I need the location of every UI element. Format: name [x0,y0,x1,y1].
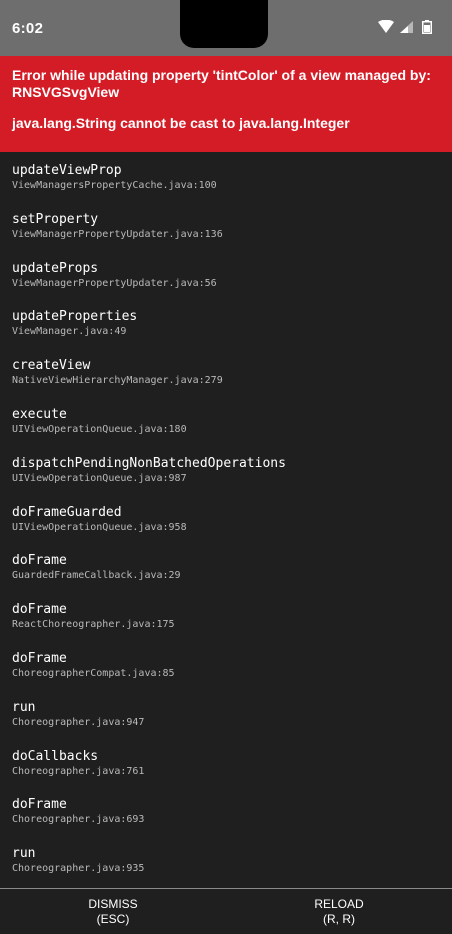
frame-method: doFrame [12,797,67,813]
stack-frame[interactable]: doFrameGuarded UIViewOperationQueue.java:… [12,504,440,553]
frame-file: Choreographer.java:947 [12,716,145,728]
signal-icon [400,20,416,34]
camera-notch [180,0,268,48]
frame-file: ViewManagersPropertyCache.java:100 [12,180,217,191]
stack-frame[interactable]: doCallbacks Choreographer.java:761 [12,748,440,797]
reload-button[interactable]: RELOAD (R, R) [226,889,452,934]
frame-method: setProperty [12,211,99,227]
frame-method: updateViewProp [12,163,122,178]
frame-method: doFrame [12,602,67,618]
status-icons [378,19,438,34]
stack-frame[interactable]: run Choreographer.java:935 [12,845,440,888]
stack-frame[interactable]: execute UIViewOperationQueue.java:180 [12,406,440,455]
reload-label: RELOAD [314,896,364,911]
dismiss-shortcut: (ESC) [96,911,130,926]
error-message: Error while updating property 'tintColor… [12,67,431,100]
frame-method: run [12,846,36,862]
stack-frame[interactable]: doFrame ChoreographerCompat.java:85 [12,650,440,699]
stack-frame[interactable]: dispatchPendingNonBatchedOperations UIVie… [12,455,440,504]
frame-file: GuardedFrameCallback.java:29 [12,570,181,582]
wifi-icon [378,19,394,34]
dismiss-label: DISMISS [88,896,138,911]
frame-method: dispatchPendingNonBatchedOperations [12,455,286,471]
frame-file: ChoreographerCompat.java:85 [12,667,175,679]
stack-frame[interactable]: updateViewProp ViewManagersPropertyCache.… [12,162,440,211]
frame-file: UIViewOperationQueue.java:180 [12,423,187,435]
error-header: Error while updating property 'tintColor… [0,56,452,152]
frame-method: doFrame [12,553,67,569]
frame-method: doFrame [12,650,67,666]
stack-frame[interactable]: updateProps ViewManagerPropertyUpdater.ja… [12,260,440,309]
frame-file: ViewManagerPropertyUpdater.java:56 [12,277,217,289]
frame-method: run [12,699,36,715]
frame-method: doFrameGuarded [12,504,122,520]
stack-frame[interactable]: run Choreographer.java:947 [12,699,440,748]
frame-method: doCallbacks [12,748,99,764]
frame-file: Choreographer.java:693 [12,814,145,826]
status-bar: 6:02 [0,0,452,56]
reload-shortcut: (R, R) [323,911,355,926]
bottom-action-bar: DISMISS (ESC) RELOAD (R, R) [0,888,452,934]
stack-frame[interactable]: doFrame ReactChoreographer.java:175 [12,601,440,650]
frame-method: updateProps [12,260,99,276]
frame-method: execute [12,406,67,422]
frame-file: ReactChoreographer.java:175 [12,619,175,631]
stack-frame[interactable]: doFrame GuardedFrameCallback.java:29 [12,552,440,601]
frame-file: UIViewOperationQueue.java:987 [12,472,187,484]
frame-file: UIViewOperationQueue.java:958 [12,521,187,533]
dismiss-button[interactable]: DISMISS (ESC) [0,889,226,934]
stack-frame[interactable]: setProperty ViewManagerPropertyUpdater.ja… [12,211,440,260]
stack-trace-list[interactable]: updateViewProp ViewManagersPropertyCache.… [0,152,452,888]
frame-method: createView [12,358,91,374]
status-time: 6:02 [12,20,44,37]
frame-file: ViewManagerPropertyUpdater.java:136 [12,228,223,240]
stack-frame[interactable]: doFrame Choreographer.java:693 [12,796,440,845]
frame-file: Choreographer.java:761 [12,765,145,777]
stack-frame[interactable]: createView NativeViewHierarchyManager.jav… [12,357,440,406]
frame-file: ViewManager.java:49 [12,326,127,338]
error-detail: java.lang.String cannot be cast to java.… [12,115,350,131]
frame-method: updateProperties [12,309,138,325]
frame-file: Choreographer.java:935 [12,863,145,875]
battery-icon [422,20,438,34]
frame-file: NativeViewHierarchyManager.java:279 [12,375,223,387]
stack-frame[interactable]: updateProperties ViewManager.java:49 [12,308,440,357]
